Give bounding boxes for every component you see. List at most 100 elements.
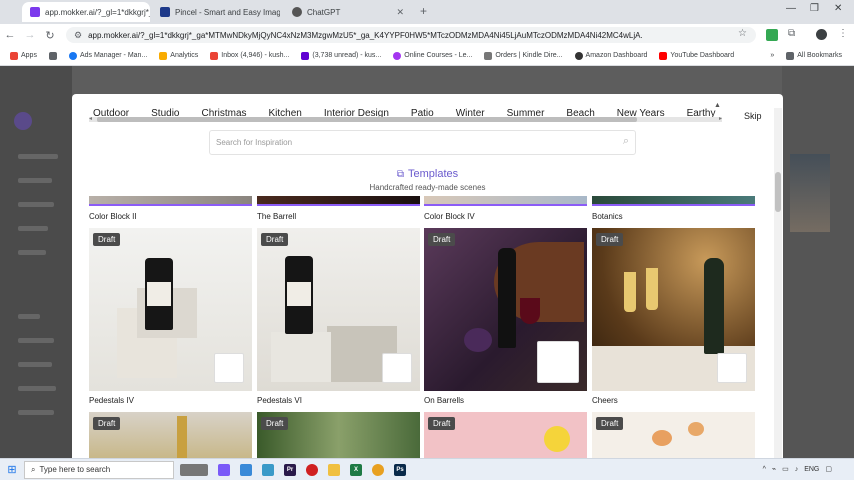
wine-glass — [520, 298, 540, 324]
app-icon[interactable] — [262, 463, 274, 476]
product-thumbnail[interactable] — [537, 341, 579, 383]
draft-badge: Draft — [93, 417, 121, 430]
copilot-icon[interactable] — [218, 463, 230, 476]
back-icon[interactable]: ← — [0, 29, 20, 41]
product-thumbnail[interactable] — [214, 353, 244, 383]
bookmark-analytics[interactable]: Analytics — [159, 51, 198, 60]
scroll-left-icon[interactable]: ◂ — [89, 115, 92, 122]
tab-mokker[interactable]: app.mokker.ai/?_gl=1*dkkgrj*_ ✕ — [22, 2, 150, 22]
url-input[interactable]: ⚙ app.mokker.ai/?_gl=1*dkkgrj*_ga*MTMwND… — [66, 27, 756, 43]
template-card-botanics[interactable] — [592, 196, 755, 206]
product-thumbnail[interactable] — [382, 353, 412, 383]
site-info-icon[interactable]: ⚙ — [74, 30, 82, 41]
template-caption: Botanics — [592, 212, 623, 221]
folder-icon — [786, 51, 795, 60]
template-card-color-block-iv[interactable] — [424, 196, 587, 206]
youtube-icon — [659, 51, 668, 60]
template-card-pedestals-vi[interactable]: Draft — [257, 228, 420, 391]
chrome-icon[interactable] — [372, 463, 384, 476]
address-bar-row: ← → ↻ ⚙ app.mokker.ai/?_gl=1*dkkgrj*_ga*… — [0, 24, 854, 46]
lemon — [544, 426, 570, 452]
url-text: app.mokker.ai/?_gl=1*dkkgrj*_ga*MTMwNDky… — [88, 30, 643, 40]
draft-badge: Draft — [596, 417, 624, 430]
tray-expand-icon[interactable]: ^ — [763, 466, 766, 473]
draft-badge: Draft — [261, 233, 289, 246]
excel-icon[interactable]: X — [350, 463, 362, 476]
wine-bottle — [498, 248, 516, 348]
close-window-button[interactable]: ✕ — [834, 3, 842, 14]
bookmark-gmail[interactable]: Inbox (4,946) - kush... — [210, 51, 289, 60]
template-caption: Cheers — [592, 396, 618, 405]
templates-modal: Outdoor Studio Christmas Kitchen Interio… — [72, 94, 783, 458]
profile-avatar[interactable] — [816, 29, 827, 40]
premiere-pro-icon[interactable]: Pr — [284, 463, 296, 476]
tab-title: ChatGPT — [307, 7, 341, 17]
battery-icon[interactable]: ▭ — [782, 465, 789, 473]
all-bookmarks-folder[interactable]: All Bookmarks — [786, 51, 842, 60]
template-card-pedestals-iv[interactable]: Draft — [89, 228, 252, 391]
browser-menu-icon[interactable]: ⋮ — [838, 28, 848, 39]
template-caption: The Barrell — [257, 212, 297, 221]
bookmark-apps[interactable]: Apps — [10, 51, 37, 60]
inspiration-search-input[interactable]: Search for Inspiration ⌕ — [209, 130, 636, 155]
tab-title: Pincel - Smart and Easy Image — [175, 7, 280, 17]
minimize-button[interactable]: — — [786, 3, 796, 14]
volume-icon[interactable]: ♪ — [795, 466, 799, 473]
template-card[interactable]: Draft — [424, 412, 587, 458]
chips-scroll-up-icon[interactable]: ▲ — [714, 102, 721, 109]
product-thumbnail[interactable] — [717, 353, 747, 383]
notifications-icon[interactable]: ▢ — [825, 465, 832, 473]
language-indicator[interactable]: ENG — [804, 466, 819, 473]
bookmark-ads-manager[interactable]: Ads Manager - Man... — [68, 51, 147, 60]
tab-chatgpt[interactable]: ChatGPT ✕ — [284, 2, 412, 22]
search-icon[interactable]: ⌕ — [623, 135, 629, 148]
bookmark-grid[interactable] — [48, 51, 57, 60]
grid-icon — [48, 51, 57, 60]
gmail-icon — [210, 51, 219, 60]
template-card[interactable]: Draft — [89, 412, 252, 458]
template-card-color-block-ii[interactable] — [89, 196, 252, 206]
chips-scrollbar-thumb[interactable] — [97, 117, 637, 122]
system-tray: ^ ⌁ ▭ ♪ ENG ▢ — [763, 465, 832, 474]
search-placeholder: Search for Inspiration — [216, 138, 293, 147]
draft-badge: Draft — [93, 233, 121, 246]
new-tab-button[interactable]: + — [420, 4, 427, 18]
bookmark-yahoo-mail[interactable]: (3,738 unread) - kus... — [301, 51, 381, 60]
bookmark-kindle-orders[interactable]: Orders | Kindle Dire... — [484, 51, 563, 60]
file-explorer-icon[interactable] — [328, 463, 340, 476]
network-icon[interactable]: ⌁ — [772, 465, 776, 473]
template-card-on-barrells[interactable]: Draft — [424, 228, 587, 391]
reload-icon[interactable]: ↻ — [40, 29, 60, 42]
draft-badge: Draft — [428, 417, 456, 430]
vertical-scrollbar-thumb[interactable] — [775, 172, 781, 212]
extensions-puzzle-icon[interactable]: ⧉ — [788, 28, 795, 39]
scroll-right-icon[interactable]: ▸ — [719, 115, 722, 122]
windows-start-icon[interactable]: ⊞ — [0, 463, 24, 476]
forward-icon[interactable]: → — [20, 29, 40, 41]
taskbar-search-input[interactable]: ⌕ Type here to search — [24, 460, 174, 479]
extension-icon[interactable] — [766, 29, 778, 41]
template-card[interactable]: Draft — [257, 412, 420, 458]
restore-button[interactable]: ❐ — [810, 3, 819, 14]
chips-horizontal-scrollbar[interactable]: ◂ ▸ — [89, 115, 722, 122]
app-icon[interactable] — [240, 463, 252, 476]
recorder-icon[interactable] — [306, 463, 318, 476]
template-card-the-barrell[interactable] — [257, 196, 420, 206]
page-vertical-scrollbar[interactable] — [774, 108, 782, 458]
photoshop-icon[interactable]: Ps — [394, 463, 406, 476]
template-caption: Color Block II — [89, 212, 137, 221]
tab-pincel[interactable]: Pincel - Smart and Easy Image ✕ — [152, 2, 280, 22]
templates-icon: ⧉ — [396, 169, 404, 180]
skip-button[interactable]: Skip — [744, 111, 762, 121]
bookmark-amazon-dashboard[interactable]: Amazon Dashboard — [574, 51, 647, 60]
draft-badge: Draft — [428, 233, 456, 246]
bookmark-star-icon[interactable]: ☆ — [738, 28, 747, 39]
template-card[interactable]: Draft — [592, 412, 755, 458]
mokker-favicon-icon — [30, 7, 40, 17]
template-card-cheers[interactable]: Draft — [592, 228, 755, 391]
templates-subtitle: Handcrafted ready-made scenes — [369, 183, 486, 192]
close-tab-icon[interactable]: ✕ — [396, 7, 404, 18]
bookmark-youtube-dashboard[interactable]: YouTube Dashboard — [659, 51, 734, 60]
more-bookmarks-button[interactable]: » — [770, 52, 774, 59]
bookmark-online-courses[interactable]: Online Courses - Le... — [393, 51, 472, 60]
